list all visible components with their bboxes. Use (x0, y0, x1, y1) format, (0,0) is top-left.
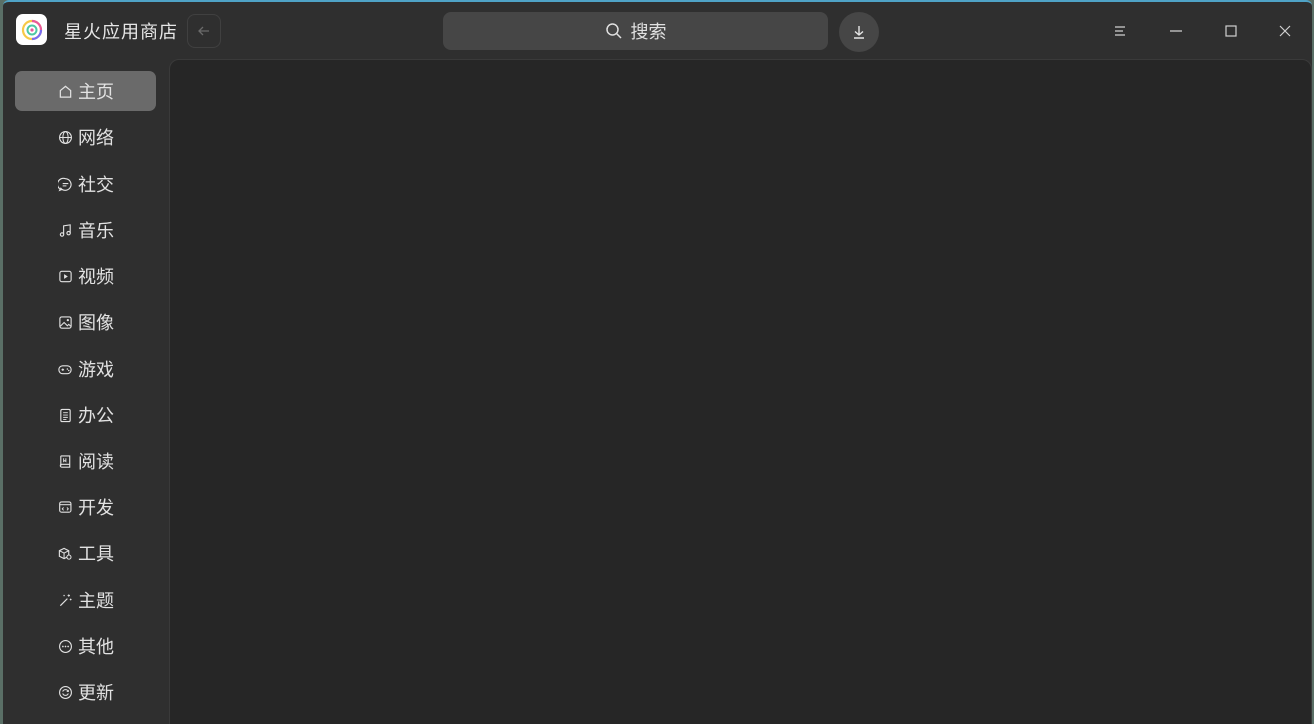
globe-icon (57, 129, 73, 145)
more-icon (57, 638, 73, 654)
video-icon (57, 268, 73, 284)
back-button[interactable] (187, 14, 221, 48)
sidebar-item-themes[interactable]: 主题 (15, 580, 156, 620)
book-icon (57, 453, 73, 469)
sidebar-item-games[interactable]: 游戏 (15, 349, 156, 389)
titlebar: 星火应用商店 搜索 (3, 2, 1312, 58)
sidebar-item-label: 主页 (78, 82, 114, 103)
minimize-button[interactable] (1161, 16, 1191, 46)
close-button[interactable] (1270, 16, 1300, 46)
sidebar-item-tools[interactable]: 工具 (15, 533, 156, 573)
sidebar: 主页 网络 社交 音乐 视频 图像 游戏 办公 阅读 开发 工具 主题 其他 更… (3, 58, 167, 724)
sidebar-item-label: 其他 (78, 637, 114, 658)
search-label: 搜索 (630, 22, 667, 43)
sidebar-item-office[interactable]: 办公 (15, 395, 156, 435)
sidebar-item-others[interactable]: 其他 (15, 626, 156, 666)
app-title: 星火应用商店 (64, 22, 178, 43)
sidebar-item-label: 视频 (78, 267, 114, 288)
sidebar-item-video[interactable]: 视频 (15, 256, 156, 296)
download-icon (854, 26, 864, 39)
sidebar-item-label: 主题 (78, 591, 114, 612)
image-icon (57, 314, 73, 330)
sidebar-item-social[interactable]: 社交 (15, 164, 156, 204)
app-logo (16, 14, 47, 45)
chat-icon (57, 176, 73, 192)
app-window: 星火应用商店 搜索 主页 网络 社交 音乐 视频 图像 游戏 办公 阅读 开发 … (3, 0, 1312, 724)
sidebar-item-label: 更新 (78, 683, 114, 704)
home-icon (57, 83, 73, 99)
sidebar-item-reading[interactable]: 阅读 (15, 441, 156, 481)
sidebar-item-label: 音乐 (78, 221, 114, 242)
minimize-icon (1170, 30, 1182, 32)
code-icon (57, 499, 73, 515)
sidebar-item-home[interactable]: 主页 (15, 71, 156, 111)
toolbox-icon (57, 545, 73, 561)
sidebar-item-updates[interactable]: 更新 (15, 672, 156, 712)
menu-button[interactable] (1105, 16, 1135, 46)
music-icon (57, 222, 73, 238)
magic-wand-icon (57, 592, 73, 608)
sidebar-item-label: 游戏 (78, 360, 114, 381)
search-input[interactable]: 搜索 (443, 12, 828, 50)
sidebar-item-label: 工具 (78, 544, 114, 565)
search-icon (605, 23, 622, 39)
menu-icon (1115, 26, 1125, 36)
sidebar-item-network[interactable]: 网络 (15, 117, 156, 157)
main-content-area (169, 59, 1312, 724)
close-icon (1279, 25, 1291, 37)
arrow-left-icon (198, 26, 209, 36)
gamepad-icon (57, 361, 73, 377)
update-icon (57, 684, 73, 700)
document-icon (57, 407, 73, 423)
download-button[interactable] (839, 12, 879, 52)
maximize-icon (1225, 25, 1237, 37)
sidebar-item-label: 社交 (78, 175, 114, 196)
sidebar-item-music[interactable]: 音乐 (15, 210, 156, 250)
sidebar-item-image[interactable]: 图像 (15, 302, 156, 342)
sidebar-item-label: 开发 (78, 498, 114, 519)
sidebar-item-label: 网络 (78, 128, 114, 149)
sidebar-item-development[interactable]: 开发 (15, 487, 156, 527)
sidebar-item-label: 阅读 (78, 452, 114, 473)
maximize-button[interactable] (1216, 16, 1246, 46)
sidebar-item-label: 办公 (78, 406, 114, 427)
sidebar-item-label: 图像 (78, 313, 114, 334)
